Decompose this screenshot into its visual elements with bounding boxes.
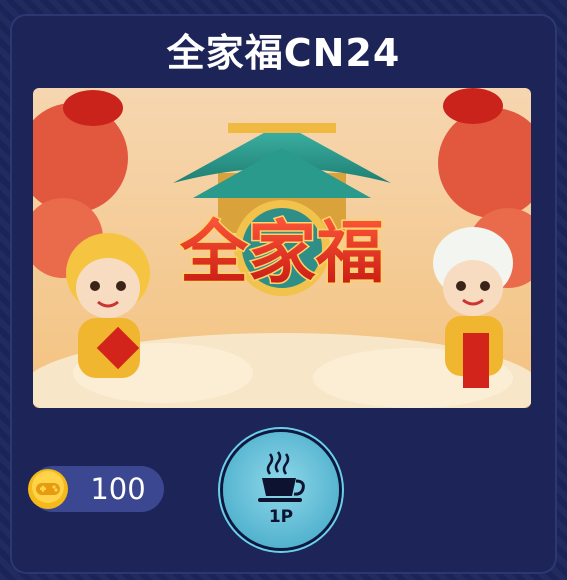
banner-artwork: 全家福 <box>33 88 531 408</box>
coffee-cup-icon <box>258 451 305 502</box>
coin-amount: 100 <box>90 472 146 506</box>
player-mode-label: 1P <box>268 507 294 527</box>
game-title: 全家福CN24 <box>166 31 401 75</box>
banner-title-text: 全家福 <box>179 213 384 293</box>
single-player-button[interactable]: 1P <box>223 432 339 548</box>
gamepad-coin-icon <box>27 468 69 510</box>
game-banner-image[interactable]: 全家福 <box>33 88 531 408</box>
